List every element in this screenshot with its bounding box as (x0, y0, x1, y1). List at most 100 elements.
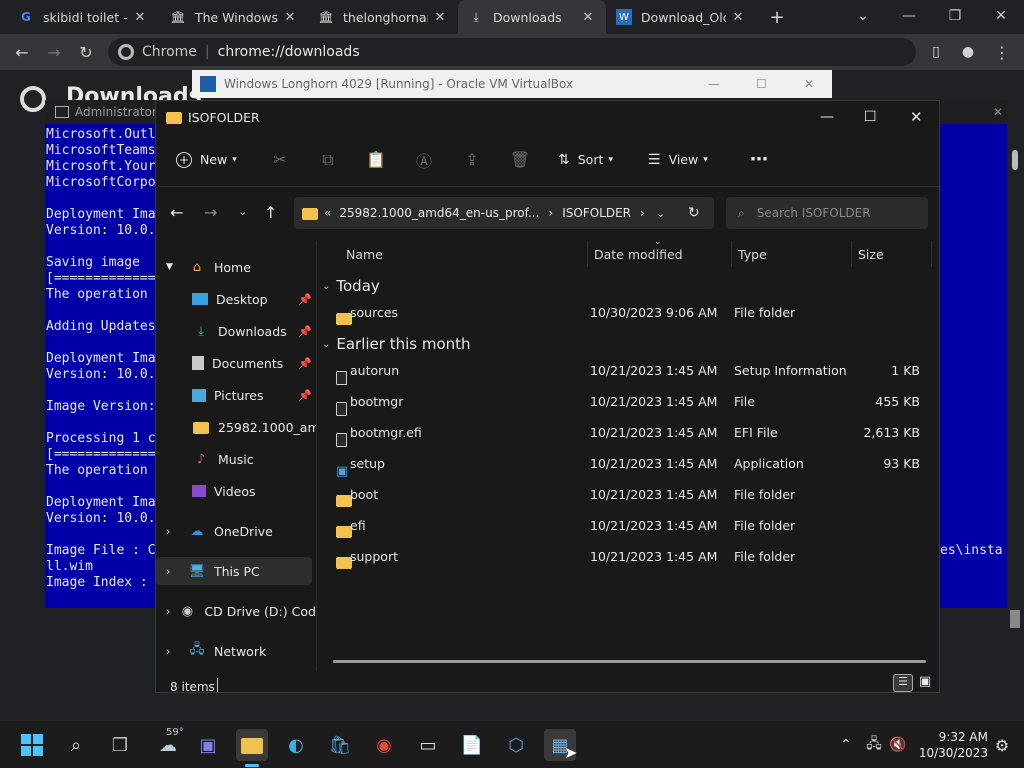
chrome-taskbar-icon[interactable]: ◉ (368, 729, 400, 761)
scrollbar-thumb[interactable] (1012, 150, 1018, 170)
nav-documents[interactable]: Documents 📌 (156, 349, 316, 377)
details-view-icon[interactable]: ☰ (893, 674, 913, 692)
nav-downloads[interactable]: ⤓ Downloads 📌 (156, 317, 316, 345)
overflow-chevron-icon[interactable]: « (324, 206, 331, 220)
close-tab-icon[interactable]: ✕ (432, 10, 448, 25)
file-explorer-taskbar-icon[interactable] (236, 729, 268, 767)
tab-windows[interactable]: 🏛 The Windows L ✕ (160, 0, 308, 34)
new-tab-button[interactable]: + (760, 0, 794, 34)
close-tab-icon[interactable]: ✕ (730, 10, 746, 25)
close-button[interactable]: ✕ (978, 0, 1024, 32)
explorer-titlebar[interactable]: ISOFOLDER — ☐ ✕ (156, 101, 939, 133)
file-row[interactable]: boot 10/21/2023 1:45 AM File folder (336, 479, 936, 510)
column-name[interactable]: Name (346, 247, 383, 262)
nav-cd-drive[interactable]: › ◉ CD Drive (D:) Coden (156, 597, 316, 625)
breadcrumb-current[interactable]: ISOFOLDER (562, 206, 631, 220)
file-row[interactable]: support 10/21/2023 1:45 AM File folder (336, 541, 936, 572)
view-button[interactable]: ☰ View ▾ (648, 152, 734, 168)
horizontal-scrollbar[interactable] (333, 660, 926, 663)
vbox-minimize-button[interactable]: — (708, 77, 720, 91)
tab-google[interactable]: G skibidi toilet - G ✕ (8, 0, 158, 34)
nav-pictures[interactable]: Pictures 📌 (156, 381, 316, 409)
file-row[interactable]: autorun 10/21/2023 1:45 AM Setup Informati… (336, 355, 936, 386)
tab-downloads[interactable]: ⤓ Downloads ✕ (458, 0, 606, 34)
rename-icon[interactable]: Ⓐ (400, 148, 448, 172)
group-earlier[interactable]: ⌄ Earlier this month (322, 335, 471, 353)
nav-onedrive[interactable]: › ☁ OneDrive (156, 517, 316, 545)
vbox-close-button[interactable]: ✕ (804, 77, 814, 91)
close-tab-icon[interactable]: ✕ (580, 10, 596, 25)
profile-icon[interactable]: ● (954, 38, 982, 66)
side-panel-icon[interactable]: ▯ (922, 38, 950, 66)
store-icon[interactable]: 🛍 (324, 729, 356, 761)
copy-icon[interactable]: ⧉ (304, 150, 352, 170)
tab-longhorn[interactable]: 🏛 thelonghornarc ✕ (308, 0, 458, 34)
vbox-maximize-button[interactable]: ☐ (756, 77, 767, 91)
file-row[interactable]: efi 10/21/2023 1:45 AM File folder (336, 510, 936, 541)
column-divider[interactable] (731, 241, 732, 267)
weather-widget[interactable]: ☁ 59° (148, 727, 188, 761)
nav-home[interactable]: ▼ ⌂ Home (156, 253, 316, 281)
nav-music[interactable]: ♪ Music (156, 445, 316, 473)
menu-icon[interactable]: ⋮ (988, 38, 1016, 66)
task-view-icon[interactable]: ❐ (104, 729, 136, 761)
virtualbox-taskbar-icon[interactable]: ⬡ (500, 729, 532, 761)
column-date[interactable]: Date modified (594, 247, 683, 262)
tiles-view-icon[interactable]: ▣ (916, 674, 934, 692)
column-size[interactable]: Size (858, 247, 884, 262)
nav-videos[interactable]: Videos (156, 477, 316, 505)
close-tab-icon[interactable]: ✕ (132, 10, 148, 25)
search-box[interactable]: ⌕ Search ISOFOLDER (726, 197, 928, 229)
group-today[interactable]: ⌄ Today (322, 277, 380, 295)
share-icon[interactable]: ⇪ (448, 150, 496, 169)
column-divider[interactable] (851, 241, 852, 267)
reload-icon[interactable]: ↻ (72, 38, 100, 66)
more-options-icon[interactable]: ⋯ (750, 149, 768, 170)
up-icon[interactable]: ↑ (264, 203, 277, 222)
back-icon[interactable]: ← (8, 38, 36, 66)
forward-icon[interactable]: → (40, 38, 68, 66)
nav-desktop[interactable]: Desktop 📌 (156, 285, 316, 313)
address-dropdown-icon[interactable]: ⌄ (656, 207, 665, 220)
forward-icon[interactable]: → (204, 203, 217, 222)
file-row[interactable]: bootmgr 10/21/2023 1:45 AM File 455 KB (336, 386, 936, 417)
address-bar[interactable]: « 25982.1000_amd64_en-us_prof... › ISOFO… (294, 197, 714, 229)
delete-icon[interactable]: 🗑 (496, 150, 544, 169)
cut-icon[interactable]: ✂ (256, 150, 304, 169)
volume-muted-icon[interactable]: 🔇 (882, 729, 914, 761)
new-button[interactable]: + New ▾ (176, 151, 256, 168)
sort-button[interactable]: ⇅ Sort ▾ (558, 152, 642, 168)
refresh-icon[interactable]: ↻ (688, 205, 700, 221)
explorer-maximize-button[interactable]: ☐ (864, 109, 877, 125)
search-icon[interactable]: ⌕ (60, 729, 92, 761)
edge-icon[interactable]: ◐ (280, 729, 312, 761)
explorer-minimize-button[interactable]: — (820, 109, 834, 125)
tab-download-old[interactable]: W Download_Old_ ✕ (606, 0, 756, 34)
breadcrumb-parent[interactable]: 25982.1000_amd64_en-us_prof... (339, 206, 539, 220)
paste-icon[interactable]: 📋 (352, 150, 400, 169)
nav-this-pc[interactable]: › 🖥 This PC (156, 557, 312, 585)
column-divider[interactable] (931, 241, 932, 267)
file-row[interactable]: sources 10/30/2023 9:06 AM File folder (336, 297, 936, 328)
tab-search-icon[interactable]: ⌄ (840, 0, 886, 32)
column-divider[interactable] (587, 241, 588, 267)
virtualbox-titlebar[interactable]: Windows Longhorn 4029 [Running] - Oracle… (192, 70, 832, 98)
file-row[interactable]: ▣ setup 10/21/2023 1:45 AM Application 93 KB (336, 448, 936, 479)
scrollbar-track[interactable] (1010, 610, 1020, 628)
recent-chevron-icon[interactable]: ⌄ (238, 205, 247, 218)
settings-gear-icon[interactable]: ⚙ (986, 729, 1018, 761)
notepad-icon[interactable]: 📄 (456, 729, 488, 761)
restore-button[interactable]: ❐ (932, 0, 978, 32)
minimize-button[interactable]: — (886, 0, 932, 32)
back-icon[interactable]: ← (170, 203, 183, 222)
nav-network[interactable]: › 🖧 Network (156, 637, 316, 665)
explorer-close-button[interactable]: ✕ (910, 108, 923, 126)
cmd-close-button[interactable]: ✕ (993, 105, 1003, 119)
omnibox[interactable]: Chrome | chrome://downloads (108, 38, 916, 66)
nav-folder-25982[interactable]: 25982.1000_amd64 (156, 413, 316, 441)
teams-chat-icon[interactable]: ▣ (192, 729, 224, 761)
start-button[interactable] (16, 729, 48, 761)
terminal-icon[interactable]: ▭ (412, 729, 444, 761)
file-row[interactable]: bootmgr.efi 10/21/2023 1:45 AM EFI File 2,6… (336, 417, 936, 448)
clock[interactable]: 9:32 AM 10/30/2023 (912, 729, 988, 761)
